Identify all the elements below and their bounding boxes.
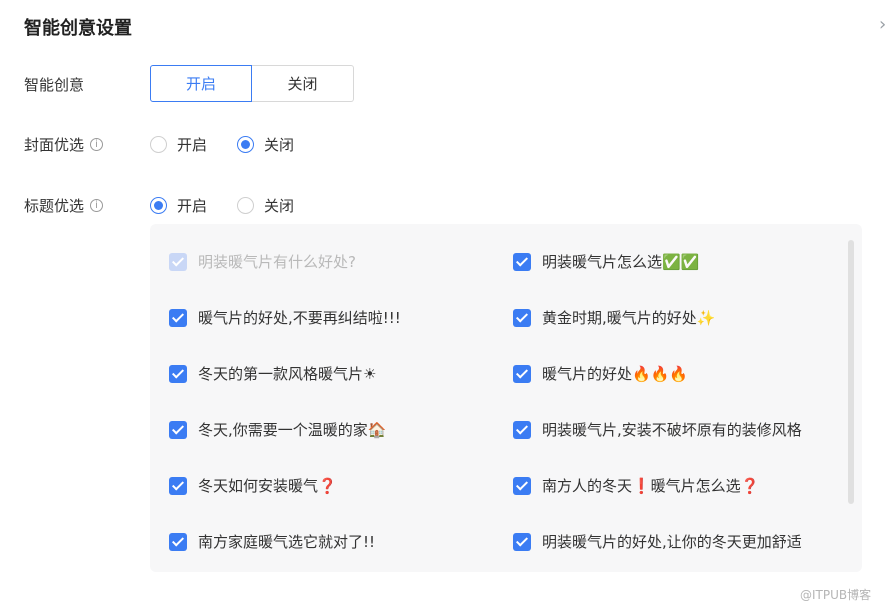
checkbox-checked [513,252,531,271]
headline-option[interactable]: 明装暖气片怎么选✅✅ [513,251,699,272]
headline-option-text: 明装暖气片,安装不破坏原有的装修风格 [542,421,802,439]
headline-option[interactable]: 暖气片的好处,不要再纠结啦!!! [169,307,401,328]
checkbox-checked-disabled [169,252,187,271]
headline-option-text: 明装暖气片怎么选✅✅ [542,253,700,271]
headline-option[interactable]: 明装暖气片有什么好处? [169,251,356,272]
cover-on-radio[interactable]: 开启 [150,134,207,155]
headline-option-text: 冬天,你需要一个温暖的家🏠 [198,421,387,439]
cover-select-radios: 开启 关闭 [150,134,324,155]
checkbox-checked [513,420,531,439]
headline-option-text: 冬天的第一款风格暖气片☀ [198,365,377,383]
headline-option-text: 暖气片的好处,不要再纠结啦!!! [198,309,401,327]
checkbox-checked [169,532,187,551]
radio-circle-selected [150,197,167,214]
headline-option[interactable]: 冬天,你需要一个温暖的家🏠 [169,419,386,440]
headline-off-label: 关闭 [264,197,295,215]
checkbox-checked [169,308,187,327]
headline-select-label-text: 标题优选 [24,197,85,215]
headline-option[interactable]: 黄金时期,暖气片的好处✨ [513,307,715,328]
checkbox-checked [513,532,531,551]
headline-option[interactable]: 明装暖气片,安装不破坏原有的装修风格 [513,419,802,440]
headline-option[interactable]: 暖气片的好处🔥🔥🔥 [513,363,688,384]
headline-option-text: 南方家庭暖气选它就对了!! [198,533,376,551]
chevron-right-icon[interactable]: › [879,14,886,35]
headline-option-text: 冬天如何安装暖气❓ [198,477,337,495]
headline-option-text: 明装暖气片有什么好处? [198,253,356,271]
cover-off-label: 关闭 [264,136,295,154]
cover-select-label: 封面优选 i [24,134,104,155]
headline-option-text: 暖气片的好处🔥🔥🔥 [542,365,689,383]
smart-creative-off-button[interactable]: 关闭 [252,65,354,102]
checkbox-checked [513,364,531,383]
headline-select-label: 标题优选 i [24,195,104,216]
headline-option[interactable]: 冬天的第一款风格暖气片☀ [169,363,376,384]
radio-circle [150,136,167,153]
checkbox-checked [513,308,531,327]
smart-creative-label-text: 智能创意 [24,76,85,94]
headline-option[interactable]: 冬天如何安装暖气❓ [169,475,337,496]
headline-option-text: 明装暖气片的好处,让你的冬天更加舒适 [542,533,802,551]
scrollbar[interactable] [848,240,854,504]
smart-creative-label: 智能创意 [24,74,84,95]
headline-on-label: 开启 [177,197,208,215]
watermark: @ITPUB博客 [800,588,872,602]
checkbox-checked [169,420,187,439]
headline-option-text: 南方人的冬天❗暖气片怎么选❓ [542,477,760,495]
headline-option[interactable]: 南方家庭暖气选它就对了!! [169,531,375,552]
info-icon[interactable]: i [90,199,104,212]
headline-option-text: 黄金时期,暖气片的好处✨ [542,309,716,327]
radio-circle [237,197,255,214]
headline-on-radio[interactable]: 开启 [150,195,207,216]
info-icon[interactable]: i [90,138,104,151]
checkbox-checked [513,476,531,495]
checkbox-checked [169,476,187,495]
headline-select-radios: 开启 关闭 [150,195,324,216]
cover-off-radio[interactable]: 关闭 [237,134,294,155]
cover-on-label: 开启 [177,136,208,154]
cover-select-label-text: 封面优选 [24,136,85,154]
headline-option[interactable]: 明装暖气片的好处,让你的冬天更加舒适 [513,531,802,552]
page-title: 智能创意设置 [24,18,132,39]
checkbox-checked [169,364,187,383]
smart-creative-toggle: 开启 关闭 [150,65,354,102]
headline-list-panel [150,224,862,572]
headline-off-radio[interactable]: 关闭 [237,195,294,216]
radio-circle-selected [237,136,255,153]
smart-creative-on-button[interactable]: 开启 [150,65,252,102]
headline-option[interactable]: 南方人的冬天❗暖气片怎么选❓ [513,475,759,496]
